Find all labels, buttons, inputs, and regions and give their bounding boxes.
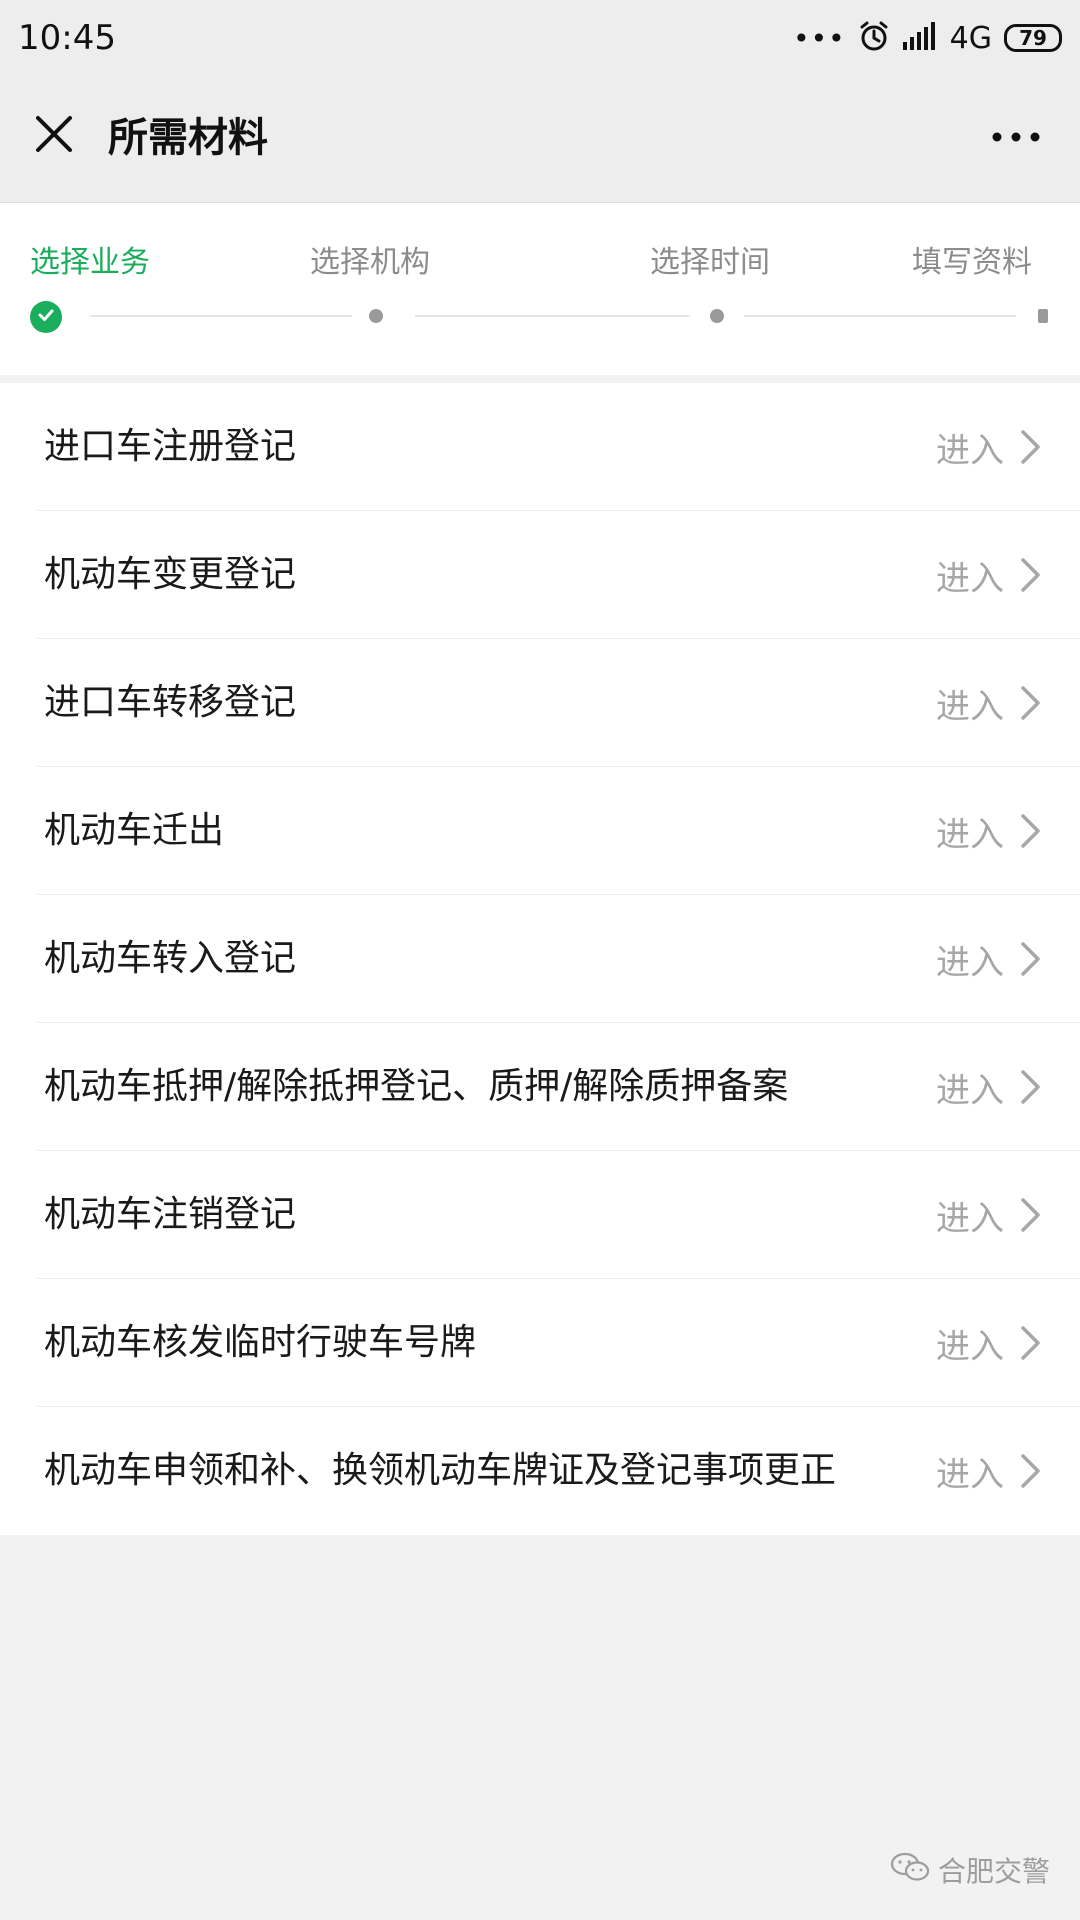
enter-link[interactable]: 进入 bbox=[936, 1053, 1044, 1121]
step-connector bbox=[90, 315, 352, 317]
enter-label: 进入 bbox=[936, 1326, 1004, 1367]
item-label: 机动车申领和补、换领机动车牌证及登记事项更正 bbox=[44, 1450, 837, 1491]
step-connector bbox=[744, 315, 1016, 317]
more-icon bbox=[992, 127, 1040, 146]
signal-icon bbox=[902, 22, 938, 54]
item-label: 机动车核发临时行驶车号牌 bbox=[44, 1322, 477, 1363]
close-button[interactable] bbox=[24, 106, 84, 166]
list-item[interactable]: 进口车转移登记 进入 bbox=[0, 639, 1080, 767]
battery-level: 79 bbox=[1019, 26, 1047, 50]
page-title: 所需材料 bbox=[108, 115, 268, 161]
step-label-select-business: 选择业务 bbox=[30, 245, 150, 280]
chevron-right-icon bbox=[1018, 683, 1044, 723]
item-label: 机动车变更登记 bbox=[44, 554, 297, 595]
progress-stepper: 选择业务 选择机构 选择时间 填写资料 bbox=[0, 203, 1080, 375]
close-icon bbox=[34, 114, 74, 158]
network-type: 4G bbox=[949, 20, 992, 56]
list-item[interactable]: 机动车注销登记 进入 bbox=[0, 1151, 1080, 1279]
item-label: 进口车转移登记 bbox=[44, 682, 297, 723]
chevron-right-icon bbox=[1018, 427, 1044, 467]
step-label-fill-info: 填写资料 bbox=[912, 245, 1032, 280]
item-label: 机动车迁出 bbox=[44, 810, 225, 851]
title-bar: 所需材料 bbox=[0, 78, 1080, 203]
battery-indicator: 79 bbox=[1004, 24, 1062, 52]
item-label: 机动车转入登记 bbox=[44, 938, 297, 979]
wechat-icon bbox=[890, 1851, 930, 1890]
chevron-right-icon bbox=[1018, 811, 1044, 851]
step-done-indicator bbox=[30, 301, 62, 333]
step-connector bbox=[415, 315, 690, 317]
notification-dots: ••• bbox=[793, 21, 846, 55]
enter-link[interactable]: 进入 bbox=[936, 925, 1044, 993]
enter-label: 进入 bbox=[936, 686, 1004, 727]
more-button[interactable] bbox=[976, 106, 1056, 166]
watermark-text: 合肥交警 bbox=[937, 1855, 1050, 1888]
enter-label: 进入 bbox=[936, 1198, 1004, 1239]
list-item[interactable]: 机动车抵押/解除抵押登记、质押/解除质押备案 进入 bbox=[0, 1023, 1080, 1151]
enter-label: 进入 bbox=[936, 814, 1004, 855]
enter-label: 进入 bbox=[936, 430, 1004, 471]
enter-label: 进入 bbox=[936, 1454, 1004, 1495]
enter-link[interactable]: 进入 bbox=[936, 1437, 1044, 1505]
list-item[interactable]: 机动车变更登记 进入 bbox=[0, 511, 1080, 639]
status-time: 10:45 bbox=[18, 18, 116, 58]
enter-label: 进入 bbox=[936, 1070, 1004, 1111]
enter-label: 进入 bbox=[936, 942, 1004, 983]
enter-link[interactable]: 进入 bbox=[936, 797, 1044, 865]
item-label: 进口车注册登记 bbox=[44, 426, 297, 467]
list-item[interactable]: 机动车申领和补、换领机动车牌证及登记事项更正 进入 bbox=[0, 1407, 1080, 1535]
chevron-right-icon bbox=[1018, 1451, 1044, 1491]
list-item[interactable]: 机动车核发临时行驶车号牌 进入 bbox=[0, 1279, 1080, 1407]
chevron-right-icon bbox=[1018, 555, 1044, 595]
step-label-select-institution: 选择机构 bbox=[310, 245, 430, 280]
step-dot bbox=[710, 309, 724, 323]
step-dot bbox=[369, 309, 383, 323]
enter-link[interactable]: 进入 bbox=[936, 1181, 1044, 1249]
alarm-icon bbox=[858, 20, 890, 56]
chevron-right-icon bbox=[1018, 939, 1044, 979]
item-label: 机动车抵押/解除抵押登记、质押/解除质押备案 bbox=[44, 1066, 789, 1107]
enter-label: 进入 bbox=[936, 558, 1004, 599]
chevron-right-icon bbox=[1018, 1195, 1044, 1235]
check-icon bbox=[36, 305, 56, 329]
business-list: 进口车注册登记 进入 机动车变更登记 进入 进口车转移登记 进入 机动车迁出 进… bbox=[0, 383, 1080, 1535]
chevron-right-icon bbox=[1018, 1067, 1044, 1107]
list-item[interactable]: 机动车转入登记 进入 bbox=[0, 895, 1080, 1023]
status-icons: ••• 4G 79 bbox=[793, 18, 1062, 58]
step-label-select-time: 选择时间 bbox=[650, 245, 770, 280]
enter-link[interactable]: 进入 bbox=[936, 413, 1044, 481]
enter-link[interactable]: 进入 bbox=[936, 1309, 1044, 1377]
watermark: 合肥交警 bbox=[890, 1850, 1050, 1890]
list-item[interactable]: 进口车注册登记 进入 bbox=[0, 383, 1080, 511]
list-item[interactable]: 机动车迁出 进入 bbox=[0, 767, 1080, 895]
status-bar: 10:45 ••• 4G 79 bbox=[0, 0, 1080, 78]
chevron-right-icon bbox=[1018, 1323, 1044, 1363]
item-label: 机动车注销登记 bbox=[44, 1194, 297, 1235]
enter-link[interactable]: 进入 bbox=[936, 541, 1044, 609]
enter-link[interactable]: 进入 bbox=[936, 669, 1044, 737]
step-end-marker bbox=[1038, 309, 1048, 323]
